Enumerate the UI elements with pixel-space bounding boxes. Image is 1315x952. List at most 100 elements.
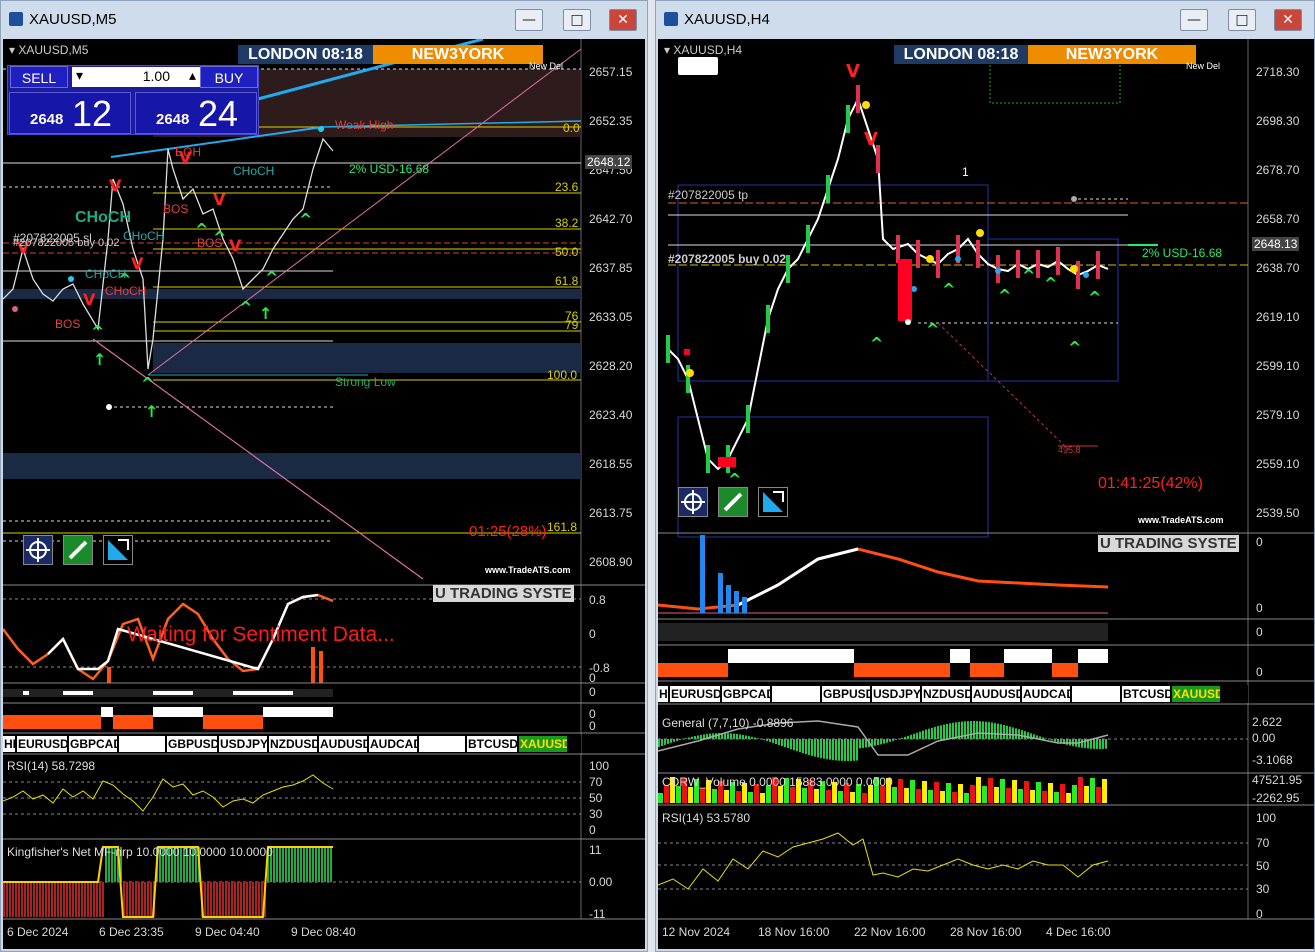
general-bar bbox=[745, 735, 747, 739]
chart-tool-icon[interactable] bbox=[103, 535, 133, 565]
general-bar bbox=[694, 736, 696, 739]
titlebar[interactable]: XAUUSD,H4 — □ ✕ bbox=[656, 1, 1314, 39]
kf-bar bbox=[90, 882, 92, 917]
currency-cell[interactable]: BTCUSD bbox=[1122, 686, 1170, 702]
close-icon[interactable]: ✕ bbox=[1274, 9, 1302, 31]
general-bar bbox=[1081, 739, 1083, 748]
currency-cell[interactable]: GBPCAD bbox=[722, 686, 770, 702]
kf-bar bbox=[87, 882, 89, 917]
currency-cell[interactable]: AUDUSD bbox=[319, 736, 367, 752]
bid-quote[interactable]: 2648 12 bbox=[9, 92, 131, 134]
general-bar bbox=[697, 735, 699, 739]
currency-cell[interactable] bbox=[1072, 686, 1120, 702]
kf-bar bbox=[297, 847, 299, 882]
maximize-icon[interactable]: □ bbox=[1228, 9, 1256, 31]
general-bar bbox=[967, 721, 969, 739]
currency-cell-active[interactable]: XAUUSD bbox=[1172, 686, 1220, 702]
kf-bar bbox=[126, 882, 128, 917]
currency-cell[interactable]: EURUSD bbox=[670, 686, 720, 702]
general-bar bbox=[835, 739, 837, 761]
currency-cell[interactable]: GBPUSD bbox=[822, 686, 870, 702]
rsi-title: RSI(14) 53.5780 bbox=[662, 811, 751, 825]
volume-bar bbox=[1018, 789, 1023, 803]
kf-bar bbox=[24, 882, 26, 917]
chevron-down-icon[interactable]: ▾ bbox=[76, 67, 83, 84]
maximize-icon[interactable]: □ bbox=[563, 9, 591, 31]
kf-bar bbox=[216, 882, 218, 917]
new-del-label[interactable]: New Del bbox=[1186, 61, 1220, 71]
general-bar bbox=[751, 736, 753, 739]
kf-bar bbox=[60, 882, 62, 917]
volume-bar bbox=[928, 790, 933, 803]
buy-button[interactable]: BUY bbox=[200, 66, 258, 88]
currency-cell-active[interactable]: XAUUSD bbox=[519, 736, 567, 752]
currency-cell[interactable]: AUDCAD bbox=[369, 736, 417, 752]
currency-cell[interactable]: BTCUSD bbox=[467, 736, 517, 752]
currency-cell[interactable] bbox=[119, 736, 165, 752]
titlebar[interactable]: XAUUSD,M5 — □ ✕ bbox=[1, 1, 647, 39]
volume-bar bbox=[1006, 788, 1011, 803]
kf-bar bbox=[138, 882, 140, 917]
sell-button[interactable]: SELL bbox=[10, 66, 68, 88]
currency-cell[interactable]: USDJPY bbox=[219, 736, 267, 752]
close-icon[interactable]: ✕ bbox=[609, 9, 637, 31]
general-bar bbox=[787, 739, 789, 749]
chart-tool-icon[interactable] bbox=[758, 487, 788, 517]
currency-cell[interactable]: AUDCAD bbox=[1022, 686, 1070, 702]
kf-bar bbox=[15, 882, 17, 917]
candle bbox=[916, 240, 920, 268]
crosshair-icon[interactable] bbox=[678, 487, 708, 517]
minimize-icon[interactable]: — bbox=[1180, 9, 1208, 31]
kf-tick: 11 bbox=[589, 843, 602, 857]
kf-bar bbox=[48, 882, 50, 917]
chart-area[interactable]: ^ ↑ ^ ↑ ^ ↑ ^ ^ ^ ^ ^ V V V V V V V LOND… bbox=[3, 39, 645, 949]
chart-area[interactable]: ^ ^ ^ ^ ^ ^ ^ ^ ^ VV LONDON 08:18 NEW3YO… bbox=[658, 39, 1314, 949]
svg-text:V: V bbox=[109, 176, 122, 195]
kf-bar bbox=[213, 882, 215, 917]
currency-cell[interactable]: NZDUSD bbox=[269, 736, 317, 752]
general-bar bbox=[952, 722, 954, 739]
general-bar bbox=[955, 722, 957, 739]
currency-cell[interactable]: GBPUSD bbox=[167, 736, 217, 752]
currency-cell[interactable]: AUDUSD bbox=[972, 686, 1020, 702]
price-tick: 2613.75 bbox=[589, 506, 633, 520]
link-icon[interactable] bbox=[63, 535, 93, 565]
general-bar bbox=[838, 739, 840, 761]
general-bar bbox=[991, 722, 993, 739]
general-bar bbox=[985, 721, 987, 739]
currency-cell[interactable]: HF bbox=[658, 686, 668, 702]
eqh-label: EQH bbox=[175, 145, 202, 159]
general-bar bbox=[1054, 739, 1056, 742]
price-tick: 2657.15 bbox=[589, 65, 633, 79]
currency-cell[interactable]: USDJPY bbox=[872, 686, 920, 702]
currency-cell[interactable] bbox=[772, 686, 820, 702]
kf-bar bbox=[96, 882, 98, 917]
new-del-label[interactable]: New Del bbox=[529, 61, 563, 71]
general-bar bbox=[886, 739, 888, 743]
currency-cell[interactable]: NZDUSD bbox=[922, 686, 970, 702]
general-bar bbox=[658, 739, 660, 747]
general-bar bbox=[742, 734, 744, 739]
general-bar bbox=[1024, 731, 1026, 739]
chevron-up-icon[interactable]: ▴ bbox=[189, 67, 196, 84]
currency-cell[interactable]: EURUSD bbox=[17, 736, 67, 752]
volume-bar bbox=[712, 789, 717, 803]
ask-quote[interactable]: 2648 24 bbox=[135, 92, 257, 134]
kf-bar bbox=[147, 882, 149, 917]
lot-size-field[interactable]: ▾ 1.00 ▴ bbox=[72, 67, 200, 87]
general-bar bbox=[814, 739, 816, 757]
svg-text:V: V bbox=[131, 254, 144, 273]
window-xauusd-h4[interactable]: XAUUSD,H4 — □ ✕ ^ ^ ^ ^ ^ ^ ^ ^ ^ V V LO… bbox=[655, 0, 1315, 952]
currency-strip: HF EURUSD GBPCAD GBPUSD USDJPY NZDUSD AU… bbox=[3, 735, 581, 753]
rsi-tick: 50 bbox=[589, 791, 603, 805]
link-icon[interactable] bbox=[718, 487, 748, 517]
crosshair-icon[interactable] bbox=[23, 535, 53, 565]
symbol-box[interactable] bbox=[678, 57, 718, 75]
one-click-trade-panel[interactable]: SELL ▾ 1.00 ▴ BUY 2648 12 2648 24 bbox=[7, 65, 259, 135]
minimize-icon[interactable]: — bbox=[515, 9, 543, 31]
general-bar bbox=[937, 726, 939, 739]
currency-cell[interactable]: HF bbox=[3, 736, 15, 752]
currency-cell[interactable]: GBPCAD bbox=[69, 736, 117, 752]
currency-cell[interactable] bbox=[419, 736, 465, 752]
window-xauusd-m5[interactable]: XAUUSD,M5 — □ ✕ ^ ↑ ^ ↑ ^ ↑ ^ ^ ^ ^ ^ V … bbox=[0, 0, 648, 952]
